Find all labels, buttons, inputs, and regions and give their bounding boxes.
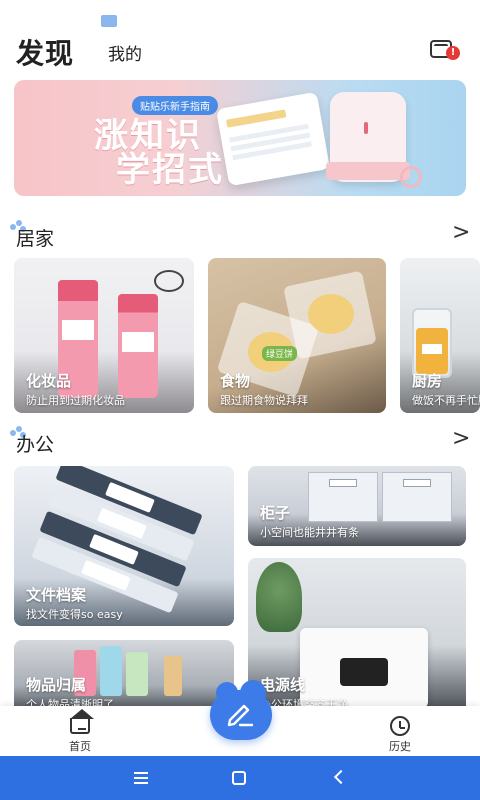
card-desc: 防止用到过期化妆品 <box>26 394 125 407</box>
phone-illustration <box>216 91 330 187</box>
system-home-icon[interactable] <box>232 771 246 785</box>
item-image <box>126 652 148 696</box>
card-name: 文件档案 <box>26 586 87 604</box>
nav-history[interactable]: 历史 <box>378 716 422 756</box>
card-name: 化妆品 <box>26 372 72 390</box>
glasses-image <box>154 270 184 292</box>
card-documents[interactable]: 文件档案 找文件变得so easy <box>14 466 234 626</box>
card-power-cord[interactable]: 电源线 办公环境整齐干净 <box>248 558 466 716</box>
card-desc: 小空间也能井井有条 <box>260 526 359 539</box>
card-desc: 找文件变得so easy <box>26 608 123 621</box>
section-title-office: 办公 <box>16 434 55 456</box>
card-desc: 跟过期食物说拜拜 <box>220 394 308 407</box>
clock-icon <box>390 716 410 736</box>
section-office-more-icon[interactable]: > <box>452 428 470 450</box>
item-image <box>100 646 122 696</box>
card-name: 柜子 <box>260 504 291 522</box>
back-icon[interactable] <box>333 769 349 785</box>
card-cabinet[interactable]: 柜子 小空间也能井井有条 <box>248 466 466 546</box>
create-label-button[interactable] <box>210 680 272 740</box>
cookie-image <box>308 294 354 334</box>
system-nav-bar <box>0 756 480 800</box>
section-title-home: 居家 <box>16 228 55 250</box>
label-printer-illustration <box>326 92 410 182</box>
tab-discover[interactable]: 发现 <box>16 32 74 72</box>
printer-hook-illustration <box>400 166 422 188</box>
food-tag: 绿豆饼 <box>262 346 298 361</box>
nav-home[interactable]: 首页 <box>58 709 102 756</box>
item-image <box>164 656 182 696</box>
tab-mine[interactable]: 我的 <box>108 40 142 65</box>
cabinet-door <box>308 472 378 522</box>
card-name: 物品归属 <box>26 676 87 694</box>
home-icon <box>70 709 94 734</box>
pencil-icon <box>227 704 254 727</box>
menu-icon[interactable] <box>134 772 148 784</box>
card-food[interactable]: 绿豆饼 食物 跟过期食物说拜拜 <box>208 258 386 413</box>
card-belongings[interactable]: 物品归属 个人物品清晰明了 <box>14 640 234 716</box>
label-sticker <box>122 332 154 352</box>
cabinet-door <box>382 472 452 522</box>
guide-banner[interactable]: 贴贴乐新手指南 涨知识 学招式 <box>14 80 466 196</box>
tab-indicator-icon <box>101 15 117 27</box>
message-button[interactable]: ! <box>428 38 462 64</box>
card-name: 食物 <box>220 372 251 390</box>
card-cosmetics[interactable]: 化妆品 防止用到过期化妆品 <box>14 258 194 413</box>
top-header: 发现 我的 ! <box>0 0 480 78</box>
notification-badge: ! <box>446 46 460 60</box>
nav-history-label: 历史 <box>389 740 411 753</box>
section-home-more-icon[interactable]: > <box>452 222 470 244</box>
card-desc: 做饭不再手忙脚乱 <box>412 394 480 407</box>
banner-line-2: 学招式 <box>116 150 224 190</box>
label-sticker <box>422 344 442 354</box>
nav-home-label: 首页 <box>69 740 91 753</box>
card-kitchen[interactable]: 厨房 做饭不再手忙脚乱 <box>400 258 480 413</box>
card-name: 厨房 <box>412 372 443 390</box>
label-sticker <box>62 320 94 340</box>
card-name: 电源线 <box>260 676 306 694</box>
plant-image <box>256 562 302 632</box>
